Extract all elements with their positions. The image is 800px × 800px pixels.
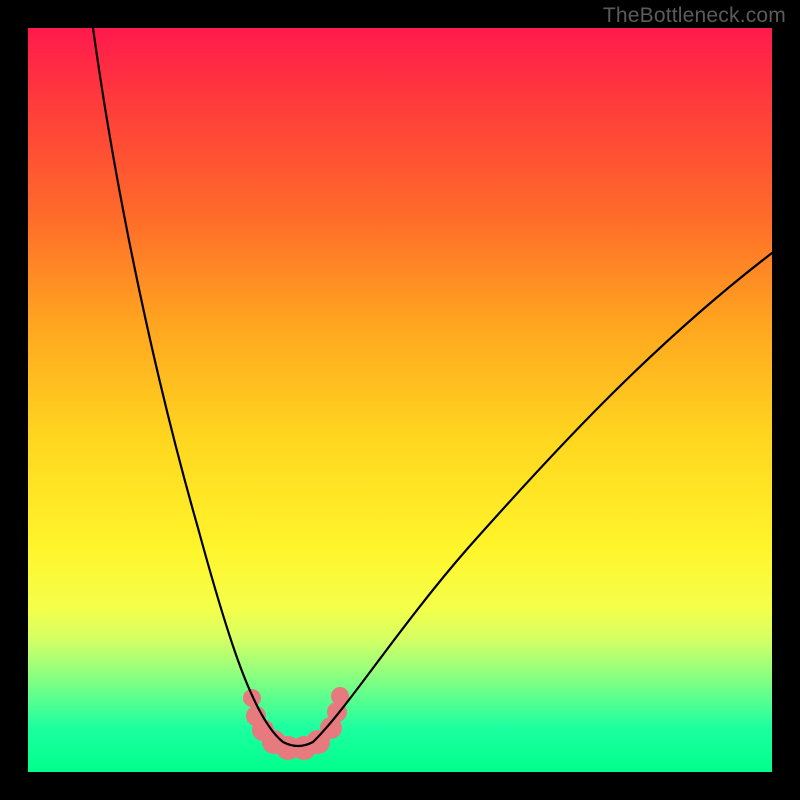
bottleneck-curve xyxy=(28,28,772,772)
watermark-text: TheBottleneck.com xyxy=(603,4,786,28)
chart-frame: TheBottleneck.com xyxy=(0,0,800,800)
plot-area xyxy=(28,28,772,772)
curve-path xyxy=(93,28,772,746)
trough-markers-group xyxy=(243,687,349,760)
marker-dot xyxy=(243,689,261,707)
